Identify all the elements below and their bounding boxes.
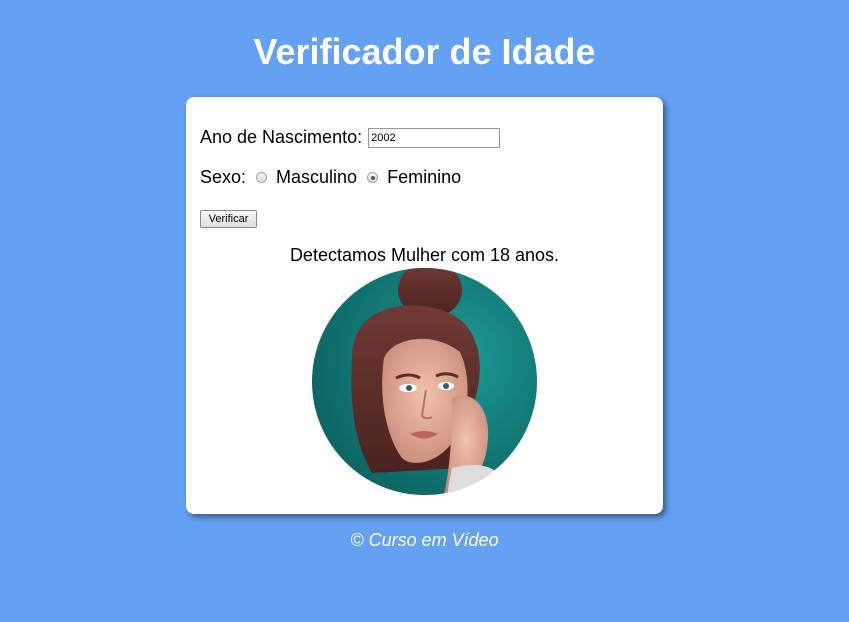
woman-photo-icon bbox=[312, 268, 537, 495]
footer-credit: © Curso em Vídeo bbox=[350, 530, 499, 550]
result-text: Detectamos Mulher com 18 anos. bbox=[289, 245, 560, 265]
radio-masculino-label[interactable]: Masculino bbox=[276, 167, 357, 188]
sex-row: Sexo: Masculino Feminino bbox=[200, 167, 461, 188]
verifier-card: Ano de Nascimento: Sexo: Masculino Femin… bbox=[186, 97, 663, 514]
birth-year-label: Ano de Nascimento: bbox=[200, 127, 363, 147]
birth-year-input[interactable] bbox=[368, 127, 501, 148]
radio-masculino[interactable] bbox=[256, 172, 268, 183]
sex-label: Sexo: bbox=[200, 167, 247, 187]
birth-year-row: Ano de Nascimento: bbox=[200, 127, 501, 148]
verify-button[interactable]: Verificar bbox=[200, 210, 257, 228]
radio-feminino-label[interactable]: Feminino bbox=[387, 167, 461, 188]
page-title: Verificador de Idade bbox=[253, 31, 596, 72]
woman-photo-graphic bbox=[312, 268, 537, 495]
radio-feminino[interactable] bbox=[367, 172, 379, 183]
